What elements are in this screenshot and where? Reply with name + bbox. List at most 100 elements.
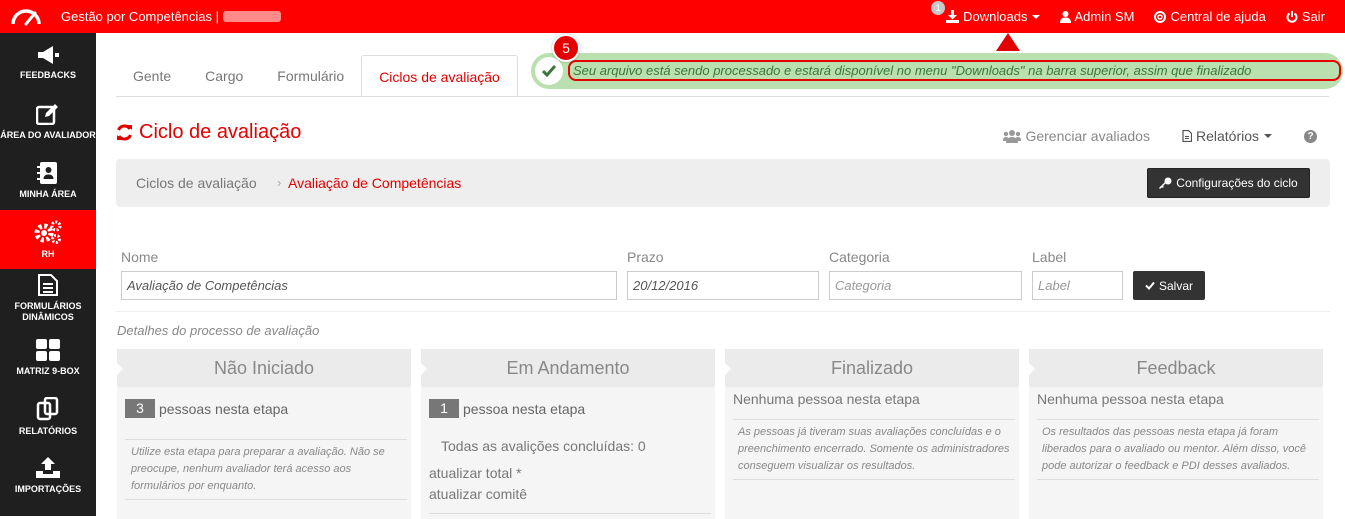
sidebar: FEEDBACKS ÁREA DO AVALIADOR MINHA ÁREA R… [0, 33, 96, 516]
page-actions: Gerenciar avaliados Relatórios ? [971, 128, 1317, 144]
stage-title: Em Andamento [421, 349, 715, 387]
file-icon [1182, 130, 1192, 142]
update-committee-link[interactable]: atualizar comitê [429, 486, 527, 502]
tag-label: Label [1032, 249, 1067, 265]
tag-input[interactable]: Label [1032, 271, 1123, 300]
tab-position[interactable]: Cargo [188, 55, 260, 97]
help-button[interactable]: ? [1304, 129, 1317, 143]
tab-divider [116, 96, 1329, 97]
user-label: Admin SM [1074, 9, 1135, 24]
app-title: Gestão por Competências | [61, 9, 282, 24]
name-label: Nome [121, 249, 159, 265]
notification-check [535, 57, 563, 85]
document-icon [38, 274, 58, 296]
step-number-badge: 5 [552, 34, 580, 62]
process-details-heading: Detalhes do processo de avaliação [117, 323, 320, 338]
upload-icon [36, 456, 60, 478]
deadline-input[interactable]: 20/12/2016 [627, 271, 819, 300]
completed-evaluations: Todas as avalições concluídas: 0 [441, 438, 646, 454]
deadline-label: Prazo [627, 249, 664, 265]
category-input[interactable]: Categoria [829, 271, 1022, 300]
chevron-right-icon [117, 363, 123, 375]
chevron-down-icon [1264, 134, 1272, 138]
stage-divider [429, 513, 711, 514]
stage-not-started: Não Iniciado 3 pessoas nesta etapa Utili… [117, 349, 411, 519]
blurred-company-name [223, 11, 282, 22]
tab-people[interactable]: Gente [116, 55, 188, 97]
save-button[interactable]: Salvar [1133, 271, 1205, 300]
stage-empty-text: Nenhuma pessoa nesta etapa [1037, 391, 1224, 407]
help-center-label: Central de ajuda [1170, 9, 1266, 24]
category-label: Categoria [829, 249, 890, 265]
sidebar-item-feedbacks[interactable]: FEEDBACKS [0, 33, 96, 92]
stage-description: Utilize esta etapa para preparar a avali… [125, 439, 407, 500]
count-badge: 1 [429, 399, 459, 418]
stage-description: Os resultados das pessoas nesta etapa já… [1037, 419, 1319, 480]
downloads-menu[interactable]: 1 Downloads [931, 1, 1040, 24]
top-nav: 1 Downloads Admin SM Central de ajuda Sa… [931, 0, 1345, 33]
stage-count: 1 pessoa nesta etapa [429, 399, 585, 418]
breadcrumb-root[interactable]: Ciclos de avaliação [136, 175, 257, 191]
tab-form[interactable]: Formulário [260, 55, 361, 97]
form-divider [116, 311, 1330, 312]
chevron-right-icon [1029, 363, 1035, 375]
tabs: Gente Cargo Formulário Ciclos de avaliaç… [116, 55, 518, 97]
check-icon [1145, 281, 1155, 290]
breadcrumb-separator: › [277, 175, 282, 190]
sidebar-item-reports[interactable]: RELATÓRIOS [0, 387, 96, 446]
key-icon [1159, 177, 1172, 189]
user-icon [1059, 10, 1071, 23]
count-badge: 3 [125, 399, 155, 418]
megaphone-icon [38, 45, 59, 64]
download-icon [946, 10, 960, 23]
callout-arrow [996, 33, 1020, 51]
downloads-label: Downloads [963, 9, 1028, 24]
update-total-link[interactable]: atualizar total * [429, 465, 522, 481]
refresh-icon [117, 124, 132, 141]
notification-message: Seu arquivo está sendo processado e esta… [568, 60, 1341, 81]
chevron-down-icon [1031, 14, 1040, 19]
page-title: Ciclo de avaliação [116, 121, 301, 144]
help-center-link[interactable]: Central de ajuda [1154, 9, 1266, 24]
gears-icon [34, 220, 62, 244]
name-input[interactable]: Avaliação de Competências [121, 271, 617, 300]
logout-link[interactable]: Sair [1286, 9, 1325, 24]
stage-empty-text: Nenhuma pessoa nesta etapa [733, 391, 920, 407]
reports-dropdown[interactable]: Relatórios [1182, 128, 1272, 144]
speedometer-logo-icon[interactable] [10, 5, 42, 27]
breadcrumb: Ciclos de avaliação › Avaliação de Compe… [116, 159, 1330, 207]
sidebar-item-evaluator-area[interactable]: ÁREA DO AVALIADOR [0, 92, 96, 151]
sidebar-item-my-area[interactable]: MINHA ÁREA [0, 151, 96, 210]
sidebar-item-imports[interactable]: IMPORTAÇÕES [0, 446, 96, 505]
stage-finished: Finalizado Nenhuma pessoa nesta etapa As… [725, 349, 1019, 519]
edit-icon [36, 103, 58, 125]
stage-description: As pessoas já tiveram suas avaliações co… [733, 419, 1015, 480]
lifebuoy-icon [1154, 10, 1167, 23]
chevron-right-icon [421, 363, 427, 375]
sidebar-item-rh[interactable]: RH [0, 210, 96, 269]
stage-title: Finalizado [725, 349, 1019, 387]
manage-evaluated-button[interactable]: Gerenciar avaliados [1003, 128, 1150, 144]
breadcrumb-current: Avaliação de Competências [288, 175, 462, 191]
user-menu[interactable]: Admin SM [1059, 9, 1135, 24]
downloads-badge: 1 [931, 1, 946, 15]
sidebar-item-dynamic-forms[interactable]: FORMULÁRIOS DINÂMICOS [0, 269, 96, 328]
tab-evaluation-cycles[interactable]: Ciclos de avaliação [361, 55, 518, 97]
stage-title: Feedback [1029, 349, 1323, 387]
cycle-settings-button[interactable]: Configurações do ciclo [1147, 168, 1310, 198]
top-bar: Gestão por Competências | 1 Downloads Ad… [0, 0, 1345, 33]
logout-label: Sair [1301, 9, 1325, 24]
power-icon [1286, 10, 1298, 23]
users-icon [1003, 129, 1022, 143]
question-icon: ? [1304, 129, 1317, 143]
check-icon [542, 65, 556, 77]
chevron-right-icon [725, 363, 731, 375]
processing-notification: Seu arquivo está sendo processado e esta… [531, 53, 1343, 89]
copy-icon [36, 396, 59, 420]
grid-icon [36, 338, 60, 361]
stage-count: 3 pessoas nesta etapa [125, 399, 288, 418]
stage-title: Não Iniciado [117, 349, 411, 387]
stage-in-progress: Em Andamento 1 pessoa nesta etapa Todas … [421, 349, 715, 519]
stage-feedback: Feedback Nenhuma pessoa nesta etapa Os r… [1029, 349, 1323, 519]
sidebar-item-9box-matrix[interactable]: MATRIZ 9-BOX [0, 328, 96, 387]
